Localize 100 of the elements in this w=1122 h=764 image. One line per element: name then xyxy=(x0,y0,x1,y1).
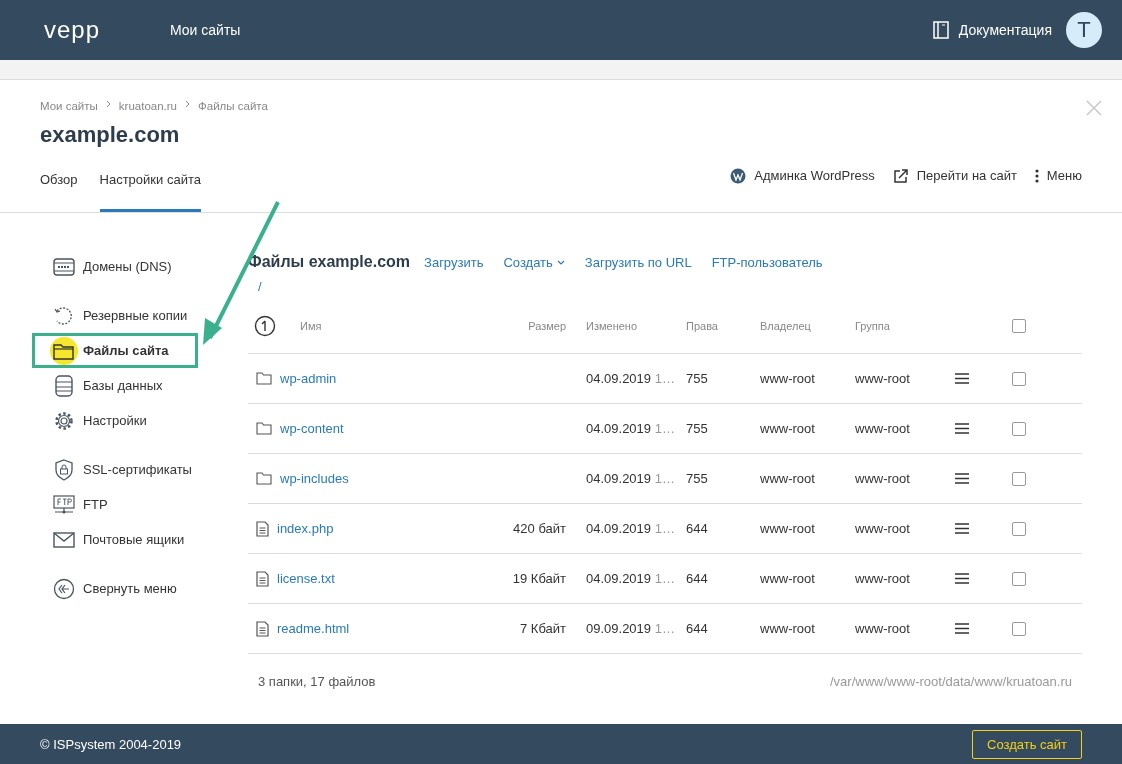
column-header[interactable]: Имя xyxy=(300,319,322,332)
table-cell-text: 04.09.2019 1… xyxy=(585,421,676,436)
table-cell-text: 420 байт xyxy=(512,521,566,536)
file-name-link[interactable]: readme.html xyxy=(277,621,350,636)
table-cell-text: www-root xyxy=(760,571,816,586)
action-link[interactable]: Админка WordPress xyxy=(730,167,875,209)
collapse-icon xyxy=(53,577,75,600)
server-network-icon xyxy=(53,494,75,515)
toolbar-link[interactable]: Загрузить xyxy=(424,255,484,270)
column-header[interactable]: Изменено xyxy=(566,319,686,332)
document-icon xyxy=(256,520,269,537)
column-header[interactable]: Размер xyxy=(488,319,566,332)
collapse-menu-button[interactable]: Свернуть меню xyxy=(32,571,198,606)
row-checkbox[interactable] xyxy=(1012,421,1026,436)
files-title: Файлы example.com xyxy=(248,253,411,271)
file-name-link[interactable]: wp-includes xyxy=(280,471,349,486)
file-name-link[interactable]: wp-content xyxy=(280,421,344,436)
select-all-checkbox[interactable] xyxy=(1012,318,1026,333)
file-name-link[interactable]: index.php xyxy=(277,521,334,536)
row-checkbox[interactable] xyxy=(1012,371,1026,386)
site-title: example.com xyxy=(40,122,181,148)
shield-lock-icon xyxy=(54,458,74,481)
sidebar-item[interactable]: FTP xyxy=(32,487,198,522)
table-cell-text: 7 Кбайт xyxy=(519,621,566,636)
logo[interactable]: vepp xyxy=(44,16,170,44)
column-header[interactable]: Владелец xyxy=(760,319,855,332)
sidebar-item[interactable]: Почтовые ящики xyxy=(32,522,198,557)
menu-icon[interactable] xyxy=(955,473,969,484)
table-cell-text: 755 xyxy=(686,421,709,436)
table-cell-text: www-root xyxy=(760,621,816,636)
file-name-link[interactable]: wp-admin xyxy=(280,371,337,386)
breadcrumb-link[interactable]: Файлы сайта xyxy=(198,100,268,112)
sidebar-item[interactable]: Базы данных xyxy=(32,368,198,403)
domain-icon xyxy=(53,257,75,276)
table-cell-text: www-root xyxy=(855,571,911,586)
table-cell-text: www-root xyxy=(855,471,911,486)
table-cell-text: 644 xyxy=(686,621,709,636)
sidebar-item[interactable]: Домены (DNS) xyxy=(32,249,198,284)
breadcrumb-link[interactable]: Мои сайты xyxy=(40,100,98,112)
row-checkbox[interactable] xyxy=(1012,571,1026,586)
circular-arrow-icon xyxy=(53,304,75,327)
tab[interactable]: Настройки сайта xyxy=(99,164,201,212)
chevron-right-icon xyxy=(185,100,190,108)
tab[interactable]: Обзор xyxy=(40,164,78,212)
book-icon[interactable] xyxy=(932,21,949,39)
sidebar-item[interactable]: SSL-сертификаты xyxy=(32,452,198,487)
sidebar-item[interactable]: Настройки xyxy=(32,403,198,438)
row-checkbox[interactable] xyxy=(1012,471,1026,486)
toolbar-link[interactable]: Создать xyxy=(503,255,565,270)
chevron-right-icon xyxy=(105,100,111,108)
documentation-link[interactable]: Документация xyxy=(958,22,1052,38)
table-cell-text: www-root xyxy=(760,471,816,486)
column-header[interactable]: Группа xyxy=(855,319,955,332)
table-cell-text: 755 xyxy=(686,471,709,486)
folder-icon xyxy=(53,341,75,360)
action-link[interactable]: Меню xyxy=(1034,168,1082,208)
breadcrumb-link[interactable]: kruatoan.ru xyxy=(118,100,177,112)
directory-path: /var/www/www-root/data/www/kruatoan.ru xyxy=(829,674,1072,689)
menu-icon[interactable] xyxy=(955,523,969,534)
folder-icon xyxy=(256,372,272,385)
table-cell-text: 19 Кбайт xyxy=(511,571,566,586)
nav-link[interactable]: Мои сайты xyxy=(170,22,241,38)
table-cell-text: 09.09.2019 1… xyxy=(585,621,676,636)
table-cell-text: www-root xyxy=(760,421,816,436)
toolbar-link[interactable]: FTP-пользователь xyxy=(711,255,823,270)
sidebar-item[interactable]: Резервные копии xyxy=(32,298,198,333)
row-checkbox[interactable] xyxy=(1012,621,1026,636)
menu-icon[interactable] xyxy=(955,373,969,384)
table-cell-text: 755 xyxy=(686,371,709,386)
toolbar-link[interactable]: Загрузить по URL xyxy=(584,255,692,270)
wordpress-icon xyxy=(730,167,747,184)
envelope-icon xyxy=(53,531,75,548)
table-cell-text: www-root xyxy=(855,421,911,436)
table-cell-text: www-root xyxy=(760,521,816,536)
table-cell-text: 644 xyxy=(686,521,709,536)
menu-icon[interactable] xyxy=(955,623,969,634)
kebab-menu-icon xyxy=(1034,168,1039,183)
file-name-link[interactable]: license.txt xyxy=(277,571,335,586)
create-site-button[interactable]: Создать сайт xyxy=(972,729,1082,759)
column-header[interactable]: Права xyxy=(686,319,760,332)
action-link[interactable]: Перейти на сайт xyxy=(892,167,1017,209)
folder-icon xyxy=(256,472,272,485)
menu-icon[interactable] xyxy=(955,573,969,584)
table-cell-text: 644 xyxy=(686,571,709,586)
path-link[interactable]: / xyxy=(258,279,262,294)
table-cell-text: 04.09.2019 1… xyxy=(585,371,676,386)
table-cell-text: www-root xyxy=(855,371,911,386)
table-cell-text: www-root xyxy=(855,621,911,636)
menu-icon[interactable] xyxy=(955,423,969,434)
document-icon xyxy=(256,570,269,587)
table-cell-text: 04.09.2019 1… xyxy=(585,571,676,586)
sidebar-item[interactable]: Файлы сайта xyxy=(32,333,198,368)
row-checkbox[interactable] xyxy=(1012,521,1026,536)
gear-icon xyxy=(53,409,75,432)
folder-icon xyxy=(256,422,272,435)
document-icon xyxy=(256,620,269,637)
database-icon xyxy=(54,374,74,397)
table-cell-text: 04.09.2019 1… xyxy=(585,521,676,536)
table-cell-text: 04.09.2019 1… xyxy=(585,471,676,486)
user-avatar[interactable]: T xyxy=(1066,12,1102,48)
